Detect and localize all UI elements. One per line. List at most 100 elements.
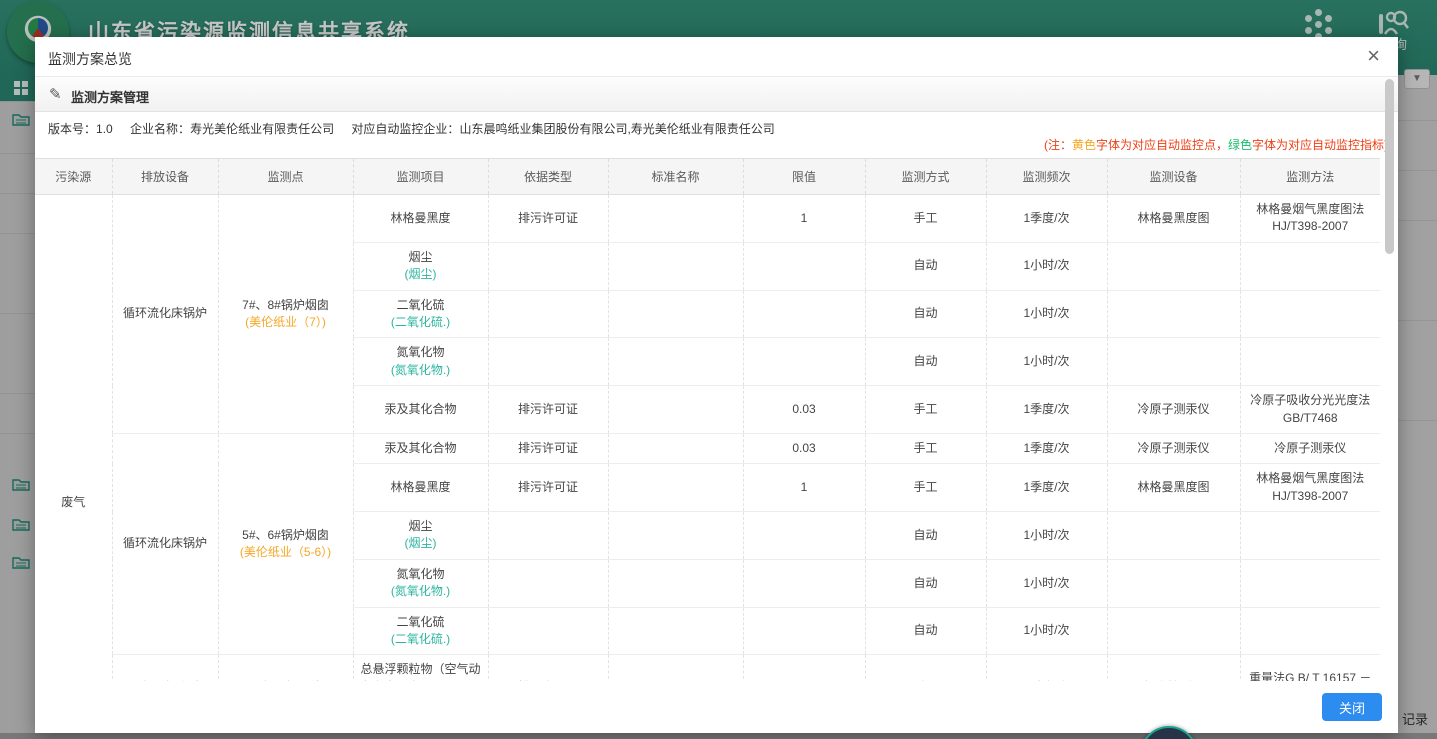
- table-header-row: 污染源排放设备监测点监测项目依据类型标准名称限值监测方式监测频次监测设备监测方法: [35, 159, 1380, 195]
- cell-standard: [608, 433, 743, 463]
- cell-project: 林格曼黑度: [353, 195, 488, 243]
- cell-basis: [488, 242, 608, 290]
- cell-project-sub: (二氧化硫.): [358, 314, 484, 331]
- cell-mode: 自动: [865, 290, 986, 338]
- cell-project: 烟尘(烟尘): [353, 242, 488, 290]
- table-row: 废气循环流化床锅炉7#、8#锅炉烟囱(美伦纸业（7）)林格曼黑度排污许可证1手工…: [35, 195, 1380, 243]
- plan-table-body: 废气循环流化床锅炉7#、8#锅炉烟囱(美伦纸业（7）)林格曼黑度排污许可证1手工…: [35, 195, 1380, 682]
- cell-project: 汞及其化合物: [353, 433, 488, 463]
- column-header: 监测方式: [865, 159, 986, 195]
- cell-method: 重量法G B/ T 16157 － 1996: [1240, 655, 1380, 681]
- cell-project-sub: (氮氧化物.): [358, 362, 484, 379]
- cell-method: [1240, 607, 1380, 655]
- column-header: 污染源: [35, 159, 112, 195]
- pencil-icon: ✎: [49, 85, 62, 103]
- cell-frequency: 1季度/次: [986, 386, 1107, 434]
- cell-limit: 30: [743, 655, 865, 681]
- column-header: 监测项目: [353, 159, 488, 195]
- legend-note: (注：黄色字体为对应自动监控点，绿色字体为对应自动监控指标): [1044, 136, 1388, 153]
- cell-mode: 自动: [865, 559, 986, 607]
- plan-info-line: 版本号：1.0 企业名称：寿光美伦纸业有限责任公司 对应自动监控企业：山东晨鸣纸…: [48, 120, 775, 137]
- cell-project-sub: (二氧化硫.): [358, 631, 484, 648]
- column-header: 监测设备: [1107, 159, 1240, 195]
- cell-limit: [743, 559, 865, 607]
- cell-mode: 自动: [865, 607, 986, 655]
- monitoring-plan-modal: 监测方案总览 × ✎ 监测方案管理 版本号：1.0 企业名称：寿光美伦纸业有限责…: [35, 37, 1398, 733]
- cell-limit: 0.03: [743, 433, 865, 463]
- cell-method: 冷原子测汞仪: [1240, 433, 1380, 463]
- version-label: 版本号：: [48, 122, 96, 136]
- cell-project: 烟尘(烟尘): [353, 512, 488, 560]
- cell-monitor-device: [1107, 338, 1240, 386]
- close-icon[interactable]: ×: [1367, 45, 1380, 67]
- cell-method: 冷原子吸收分光光度法GB/T7468: [1240, 386, 1380, 434]
- cell-project-sub: (烟尘): [358, 535, 484, 552]
- cell-project: 汞及其化合物: [353, 386, 488, 434]
- cell-monitor-device: 冷原子测汞仪: [1107, 433, 1240, 463]
- auto-company-value: 山东晨鸣纸业集团股份有限公司,寿光美伦纸业有限责任公司: [459, 122, 774, 136]
- table-row: 石灰石粉磨站石灰石粉磨站总悬浮颗粒物（空气动力学当量直径100μm以下）排污许可…: [35, 655, 1380, 681]
- cell-frequency: 1季度/次: [986, 464, 1107, 512]
- section-header: ✎ 监测方案管理: [35, 77, 1398, 112]
- modal-footer: 关闭: [35, 681, 1398, 733]
- cell-mode: 手工: [865, 655, 986, 681]
- cell-mode: 手工: [865, 386, 986, 434]
- cell-basis: 排污许可证: [488, 386, 608, 434]
- column-header: 监测点: [218, 159, 353, 195]
- green-legend: 绿色: [1228, 138, 1252, 152]
- cell-point: 石灰石粉磨站: [218, 655, 353, 681]
- cell-frequency: 1季度/次: [986, 433, 1107, 463]
- cell-limit: [743, 607, 865, 655]
- cell-basis: 排污许可证: [488, 655, 608, 681]
- cell-basis: [488, 607, 608, 655]
- column-header: 依据类型: [488, 159, 608, 195]
- column-header: 排放设备: [112, 159, 218, 195]
- cell-limit: [743, 512, 865, 560]
- cell-standard: [608, 386, 743, 434]
- cell-method: 林格曼烟气黑度图法HJ/T398-2007: [1240, 464, 1380, 512]
- cell-monitor-device: 林格曼黑度图: [1107, 464, 1240, 512]
- cell-monitor-device: 冷原子测汞仪: [1107, 386, 1240, 434]
- cell-frequency: 1小时/次: [986, 559, 1107, 607]
- cell-basis: 排污许可证: [488, 195, 608, 243]
- cell-monitor-device: [1107, 512, 1240, 560]
- cell-project: 氮氧化物(氮氧化物.): [353, 338, 488, 386]
- cell-frequency: 1季度/次: [986, 195, 1107, 243]
- cell-limit: [743, 290, 865, 338]
- plan-table-container[interactable]: 污染源排放设备监测点监测项目依据类型标准名称限值监测方式监测频次监测设备监测方法…: [35, 158, 1382, 681]
- cell-device: 循环流化床锅炉: [112, 195, 218, 434]
- cell-point-sub: (美伦纸业（5-6）): [223, 544, 349, 561]
- auto-company-label: 对应自动监控企业：: [351, 122, 459, 136]
- cell-project: 二氧化硫(二氧化硫.): [353, 290, 488, 338]
- cell-standard: [608, 195, 743, 243]
- cell-pollution-source: 废气: [35, 195, 112, 682]
- cell-standard: [608, 290, 743, 338]
- cell-project: 氮氧化物(氮氧化物.): [353, 559, 488, 607]
- cell-standard: [608, 607, 743, 655]
- cell-point: 7#、8#锅炉烟囱(美伦纸业（7）): [218, 195, 353, 434]
- cell-project-sub: (烟尘): [358, 266, 484, 283]
- company-value: 寿光美伦纸业有限责任公司: [190, 122, 334, 136]
- cell-limit: [743, 338, 865, 386]
- cell-basis: 排污许可证: [488, 433, 608, 463]
- cell-monitor-device: 粉尘检测仪: [1107, 655, 1240, 681]
- cell-method: [1240, 559, 1380, 607]
- cell-mode: 自动: [865, 338, 986, 386]
- cell-project: 总悬浮颗粒物（空气动力学当量直径100μm以下）: [353, 655, 488, 681]
- modal-titlebar: 监测方案总览 ×: [35, 37, 1398, 77]
- cell-limit: 1: [743, 464, 865, 512]
- close-button[interactable]: 关闭: [1322, 693, 1382, 721]
- cell-frequency: 1小时/次: [986, 242, 1107, 290]
- cell-mode: 自动: [865, 242, 986, 290]
- cell-frequency: 1小时/次: [986, 338, 1107, 386]
- column-header: 限值: [743, 159, 865, 195]
- modal-title: 监测方案总览: [48, 49, 132, 69]
- column-header: 监测方法: [1240, 159, 1380, 195]
- cell-limit: [743, 242, 865, 290]
- cell-project: 二氧化硫(二氧化硫.): [353, 607, 488, 655]
- table-scrollbar-thumb[interactable]: [1385, 79, 1394, 254]
- cell-standard: [608, 464, 743, 512]
- cell-monitor-device: [1107, 242, 1240, 290]
- cell-monitor-device: 林格曼黑度图: [1107, 195, 1240, 243]
- cell-project: 林格曼黑度: [353, 464, 488, 512]
